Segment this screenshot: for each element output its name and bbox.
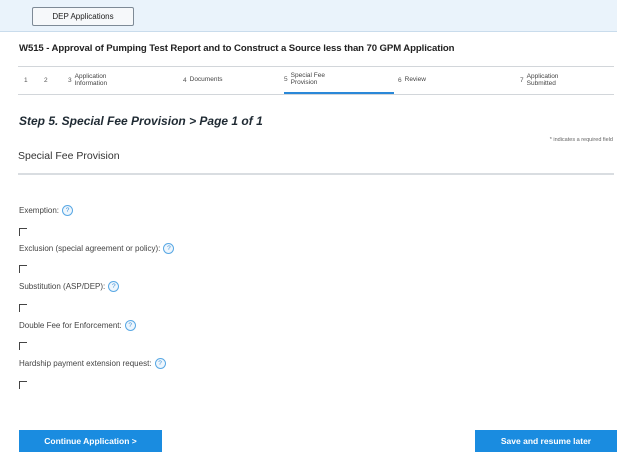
field-label-text: Hardship payment extension request: [19,359,152,368]
step-number: 4 [183,77,187,84]
help-icon[interactable]: ? [108,281,120,292]
field-label-text: Double Fee for Enforcement: [19,321,122,330]
step-5-special-fee-provision[interactable]: 5 Special Fee Provision [284,67,394,94]
section-heading: Special Fee Provision [18,150,120,162]
page-title: Step 5. Special Fee Provision > Page 1 o… [19,114,263,128]
step-progress-bar: 1 2 3 Application Information 4 Document… [18,66,614,95]
dep-applications-button[interactable]: DEP Applications [32,7,134,26]
substitution-label: Substitution (ASP/DEP): ? [19,281,120,292]
hardship-label: Hardship payment extension request: ? [19,358,166,369]
step-3-application-information[interactable]: 3 Application Information [68,67,119,94]
substitution-checkbox[interactable] [19,304,27,312]
top-bar: DEP Applications [0,0,617,32]
step-number: 2 [44,77,48,84]
step-4-documents[interactable]: 4 Documents [183,67,223,94]
field-label-text: Substitution (ASP/DEP): [19,282,106,291]
help-icon[interactable]: ? [154,358,166,369]
step-7-application-submitted[interactable]: 7 Application Submitted [520,67,571,94]
application-title: W515 - Approval of Pumping Test Report a… [19,43,455,54]
step-number: 7 [520,77,524,84]
help-icon[interactable]: ? [163,243,175,254]
field-label-text: Exemption: [19,206,60,215]
exemption-label: Exemption: ? [19,205,74,216]
exclusion-checkbox[interactable] [19,265,27,273]
step-label: Documents [189,76,223,84]
field-label-text: Exclusion (special agreement or policy): [19,244,161,253]
step-number: 1 [24,77,28,84]
save-and-resume-later-button[interactable]: Save and resume later [475,430,617,452]
step-2[interactable]: 2 [44,67,48,94]
step-label: Application Information [74,73,108,87]
exclusion-label: Exclusion (special agreement or policy):… [19,243,175,254]
step-number: 6 [398,77,402,84]
double-fee-label: Double Fee for Enforcement: ? [19,320,136,331]
help-icon[interactable]: ? [124,320,136,331]
exemption-checkbox[interactable] [19,228,27,236]
double-fee-checkbox[interactable] [19,342,27,350]
step-label: Special Fee Provision [290,72,325,86]
step-6-review[interactable]: 6 Review [398,67,426,94]
step-1[interactable]: 1 [24,67,28,94]
section-divider [18,173,614,175]
step-label: Review [404,76,426,84]
step-label: Application Submitted [526,73,559,87]
required-field-note: * indicates a required field [549,137,613,143]
hardship-checkbox[interactable] [19,381,27,389]
step-number: 3 [68,77,72,84]
step-number: 5 [284,76,288,83]
continue-application-button[interactable]: Continue Application > [19,430,162,452]
help-icon[interactable]: ? [62,205,74,216]
